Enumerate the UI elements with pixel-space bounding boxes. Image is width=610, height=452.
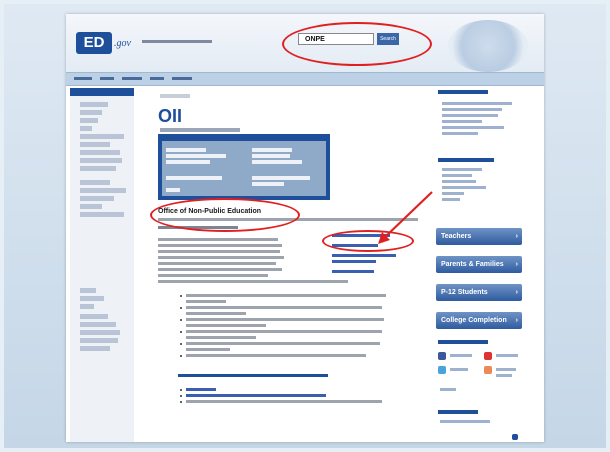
annotation-arrow: [378, 191, 433, 244]
